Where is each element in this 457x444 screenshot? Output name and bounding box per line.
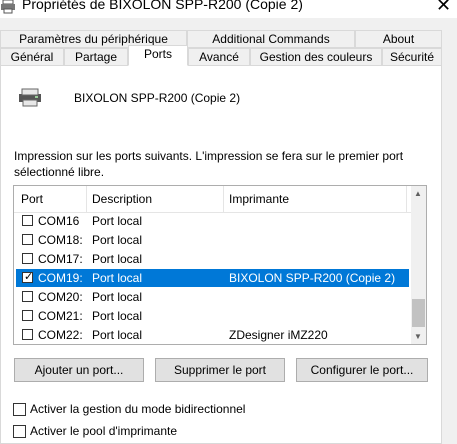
column-divider[interactable] (406, 186, 407, 212)
tab-color-management[interactable]: Gestion des couleurs (250, 48, 382, 66)
port-description: Port local (92, 271, 143, 285)
port-printer: BIXOLON SPP-R200 (Copie 2) (229, 271, 396, 285)
printer-name: BIXOLON SPP-R200 (Copie 2) (74, 91, 241, 105)
bidirectional-checkbox[interactable] (13, 403, 26, 416)
printer-pool-label[interactable]: Activer le pool d'imprimante (30, 424, 177, 438)
port-description: Port local (92, 290, 143, 304)
tab-sharing[interactable]: Partage (64, 48, 128, 66)
column-divider[interactable] (223, 186, 224, 212)
scroll-up-arrow-icon[interactable]: ▲ (414, 189, 422, 198)
port-name: COM21: (38, 309, 83, 323)
table-row[interactable]: COM22: Port local ZDesigner iMZ220 (16, 326, 409, 344)
printer-pool-checkbox[interactable] (13, 425, 26, 438)
window-title: Propriétés de BIXOLON SPP-R200 (Copie 2) (22, 0, 303, 12)
port-checkbox[interactable] (22, 253, 33, 264)
tab-general[interactable]: Général (0, 48, 64, 66)
port-name: COM20: (38, 290, 83, 304)
port-printer: ZDesigner iMZ220 (229, 328, 328, 342)
port-checkbox[interactable] (22, 234, 33, 245)
port-name: COM18: (38, 233, 83, 247)
port-checkbox[interactable] (22, 215, 33, 226)
port-name: COM17: (38, 252, 83, 266)
add-port-button[interactable]: Ajouter un port... (14, 358, 144, 382)
list-header: Port Description Imprimante (14, 186, 411, 213)
table-row[interactable]: COM16 Port local (16, 212, 409, 230)
port-description: Port local (92, 214, 143, 228)
scroll-down-arrow-icon[interactable]: ▼ (414, 332, 422, 341)
port-description: Port local (92, 233, 143, 247)
table-row[interactable]: COM21: Port local (16, 307, 409, 325)
port-checkbox[interactable] (22, 329, 33, 340)
port-description: Port local (92, 309, 143, 323)
port-checkbox[interactable] (22, 291, 33, 302)
table-row[interactable]: COM17: Port local (16, 250, 409, 268)
tab-additional-commands[interactable]: Additional Commands (187, 30, 355, 48)
checkmark-icon: ✓ (24, 271, 34, 283)
close-icon[interactable]: ✕ (436, 0, 451, 14)
column-header-printer[interactable]: Imprimante (229, 192, 289, 206)
table-row[interactable]: COM18: Port local (16, 231, 409, 249)
ports-description: Impression sur les ports suivants. L'imp… (14, 149, 404, 179)
scrollbar-thumb[interactable] (412, 299, 425, 327)
port-checkbox[interactable]: ✓ (22, 271, 34, 283)
port-name: COM19: (38, 271, 83, 285)
tab-security[interactable]: Sécurité (382, 48, 442, 66)
ports-list[interactable]: Port Description Imprimante COM16 Port l… (13, 185, 427, 345)
table-row[interactable]: COM20: Port local (16, 288, 409, 306)
column-header-port[interactable]: Port (21, 192, 43, 206)
column-header-description[interactable]: Description (92, 192, 152, 206)
column-divider[interactable] (86, 186, 87, 212)
tab-advanced[interactable]: Avancé (188, 48, 250, 66)
table-row-selected[interactable]: ✓ COM19: Port local BIXOLON SPP-R200 (Co… (16, 269, 409, 287)
printer-icon (1, 0, 15, 14)
port-checkbox[interactable] (22, 310, 33, 321)
configure-port-button[interactable]: Configurer le port... (296, 358, 428, 382)
port-name: COM16 (38, 214, 80, 228)
remove-port-button[interactable]: Supprimer le port (155, 358, 285, 382)
port-description: Port local (92, 252, 143, 266)
port-description: Port local (92, 328, 143, 342)
bidirectional-label[interactable]: Activer la gestion du mode bidirectionne… (30, 402, 245, 416)
port-name: COM22: (38, 328, 83, 342)
printer-icon (19, 88, 41, 107)
tab-ports[interactable]: Ports (128, 45, 188, 66)
tab-about[interactable]: About (355, 30, 442, 48)
vertical-scrollbar[interactable]: ▲ ▼ (411, 186, 426, 344)
